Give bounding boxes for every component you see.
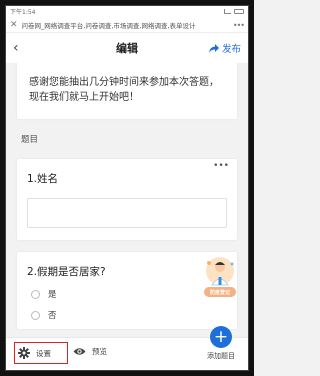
share-arrow-icon: [208, 43, 219, 53]
status-bar: 下午1:54: [5, 5, 249, 18]
app-header: ‹ 编辑 发布: [5, 33, 249, 63]
add-question-label: 添加题目: [207, 352, 235, 360]
radio-button[interactable]: [31, 310, 40, 320]
settings-button[interactable]: 设置: [14, 342, 68, 364]
publish-label: 发布: [221, 44, 241, 55]
section-label: 题目: [21, 135, 39, 145]
option-no[interactable]: 否: [27, 309, 227, 321]
phone-screen: 下午1:54 ✕ 问卷网_网络调查平台,问卷调查,市场调查,网络调查,表单设计 …: [5, 5, 249, 371]
intro-text: 感谢您能抽出几分钟时间来参加本次答题，现在我们就马上开始吧！: [29, 77, 219, 103]
radio-button[interactable]: [31, 289, 40, 299]
option-label: 否: [48, 311, 57, 321]
intro-card[interactable]: 感谢您能抽出几分钟时间来参加本次答题，现在我们就马上开始吧！: [17, 63, 237, 119]
preview-label: 预览: [92, 347, 107, 356]
question-title: 1.姓名: [27, 173, 59, 185]
browser-page-title: 问卷网_网络调查平台,问卷调查,市场调查,网络调查,表单设计: [21, 22, 196, 30]
more-icon[interactable]: •••: [233, 21, 245, 30]
signal-icon: [224, 9, 231, 14]
option-yes[interactable]: 是: [27, 288, 227, 300]
question-menu-icon[interactable]: •••: [213, 161, 229, 171]
close-icon[interactable]: ✕: [10, 20, 18, 30]
gear-icon: [18, 347, 30, 359]
plus-icon: +: [210, 326, 232, 348]
settings-label: 设置: [36, 348, 51, 358]
status-icons: [224, 9, 244, 14]
epidemic-registration-badge[interactable]: 防疫登记: [201, 255, 239, 299]
badge-label: 防疫登记: [204, 287, 236, 297]
browser-title-bar: ✕ 问卷网_网络调查平台,问卷调查,市场调查,网络调查,表单设计 •••: [5, 18, 249, 33]
add-question-button[interactable]: + 添加题目: [207, 326, 235, 361]
question-card-name[interactable]: ••• 1.姓名: [17, 159, 237, 240]
question-title: 2.假期是否居家?: [27, 266, 106, 278]
preview-button[interactable]: 预览: [73, 346, 107, 357]
doctor-illustration-icon: [206, 257, 234, 286]
name-text-field[interactable]: [27, 198, 227, 228]
back-arrow-icon[interactable]: ‹: [13, 40, 31, 56]
battery-icon: [234, 9, 244, 14]
option-label: 是: [48, 290, 57, 300]
publish-button[interactable]: 发布: [208, 41, 241, 55]
status-time: 下午1:54: [10, 9, 36, 16]
eye-icon: [73, 348, 86, 355]
bottom-toolbar: 设置 预览 + 添加题目: [5, 326, 249, 371]
